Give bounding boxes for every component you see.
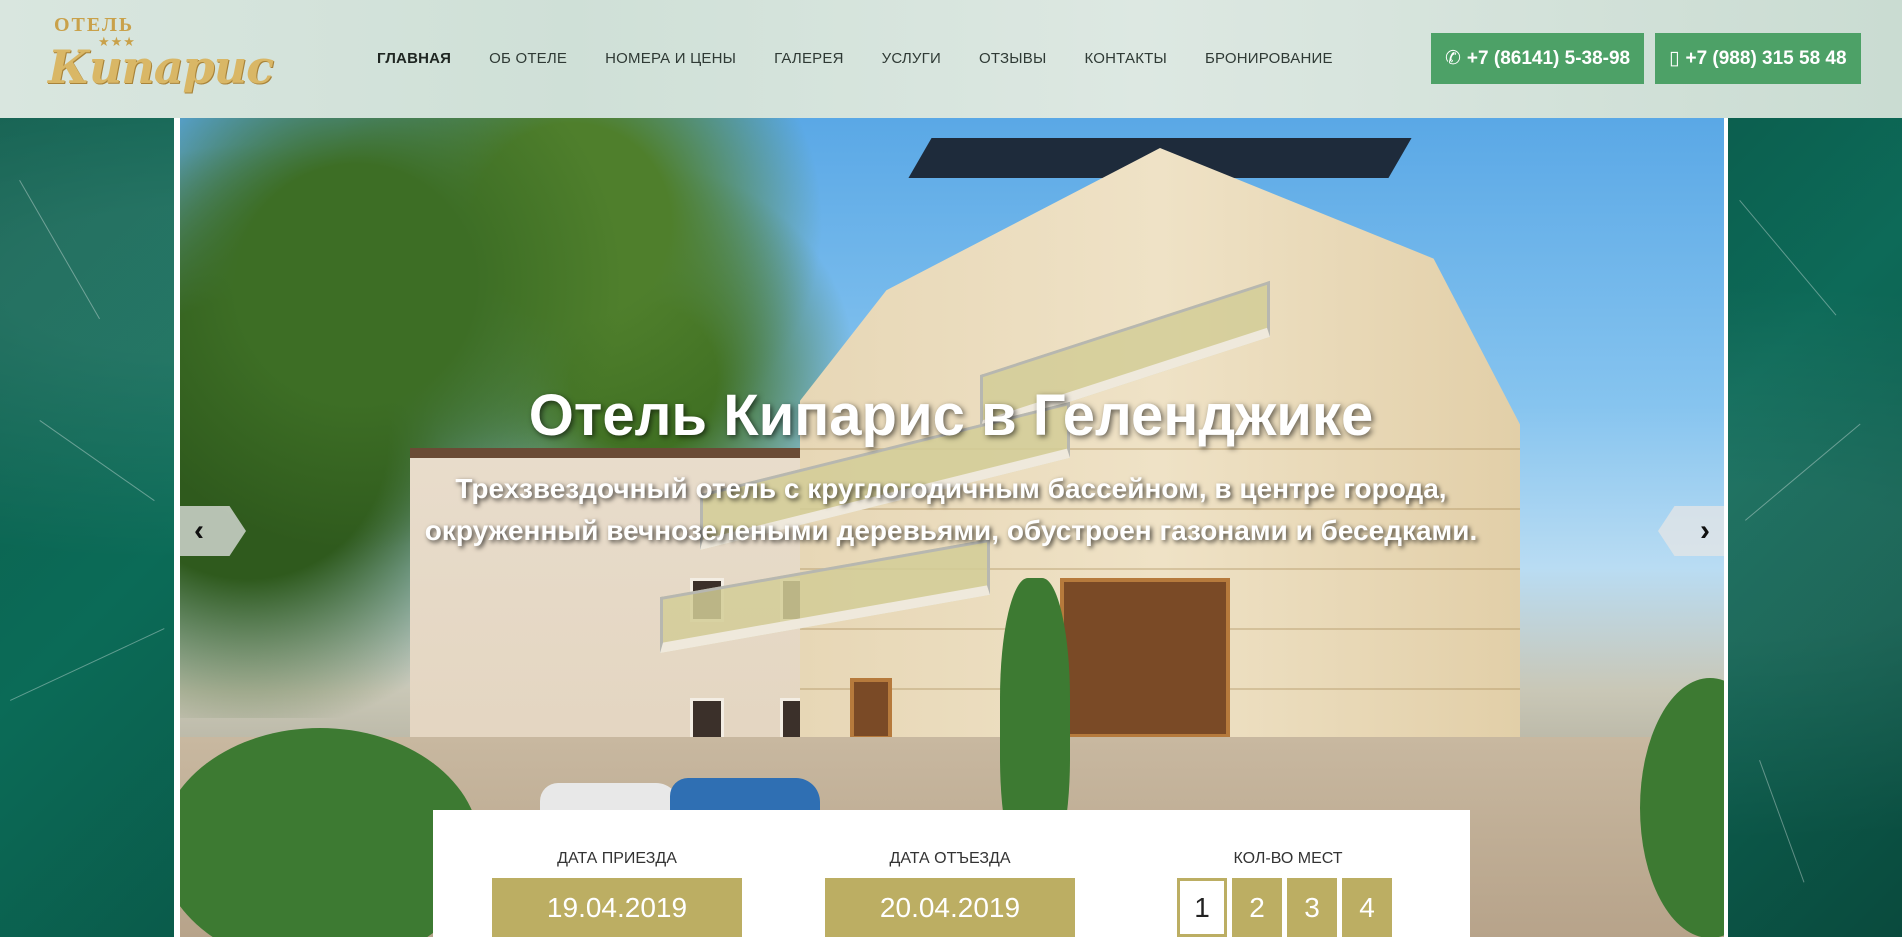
hero-subtitle: Трехзвездочный отель с круглогодичным ба… <box>424 473 1478 546</box>
guests-option-1[interactable]: 1 <box>1177 878 1227 937</box>
chevron-left-icon: ‹ <box>194 514 204 547</box>
guests-option-3[interactable]: 3 <box>1287 878 1337 937</box>
main-nav: ГЛАВНАЯ ОБ ОТЕЛЕ НОМЕРА И ЦЕНЫ ГАЛЕРЕЯ У… <box>377 50 1371 67</box>
marble-vein <box>1739 200 1837 316</box>
guests-option-4[interactable]: 4 <box>1342 878 1392 937</box>
logo-name: Кипарис <box>48 40 274 94</box>
hotel-logo[interactable]: ОТЕЛЬ ★★★ Кипарис <box>48 14 274 94</box>
nav-item-reviews[interactable]: ОТЗЫВЫ <box>979 50 1046 67</box>
departure-date-label: ДАТА ОТЪЕЗДА <box>889 850 1011 867</box>
nav-item-rooms[interactable]: НОМЕРА И ЦЕНЫ <box>605 50 736 67</box>
mobile-icon: ▯ <box>1669 48 1680 69</box>
nav-item-home[interactable]: ГЛАВНАЯ <box>377 50 451 67</box>
nav-item-contacts[interactable]: КОНТАКТЫ <box>1084 50 1167 67</box>
phone-icon: ✆ <box>1445 48 1461 69</box>
booking-form: ДАТА ПРИЕЗДА 19.04.2019 ДАТА ОТЪЕЗДА 20.… <box>433 810 1470 937</box>
window <box>690 698 724 742</box>
phone-number: +7 (988) 315 58 48 <box>1685 47 1847 69</box>
window <box>1060 578 1230 738</box>
nav-item-services[interactable]: УСЛУГИ <box>882 50 941 67</box>
phone-number: +7 (86141) 5-38-98 <box>1466 47 1631 69</box>
arrival-date-label: ДАТА ПРИЕЗДА <box>557 850 677 867</box>
window <box>850 678 892 740</box>
phone-button-mobile[interactable]: ▯ +7 (988) 315 58 48 <box>1655 33 1861 84</box>
marble-vein <box>10 628 165 701</box>
nav-item-about[interactable]: ОБ ОТЕЛЕ <box>489 50 567 67</box>
departure-date-field[interactable]: 20.04.2019 <box>825 878 1075 937</box>
guests-label: КОЛ-ВО МЕСТ <box>1233 850 1343 867</box>
marble-vein <box>19 180 101 320</box>
hero-title: Отель Кипарис в Геленджике <box>528 383 1374 448</box>
nav-item-gallery[interactable]: ГАЛЕРЕЯ <box>774 50 844 67</box>
guests-option-2[interactable]: 2 <box>1232 878 1282 937</box>
chevron-right-icon: › <box>1700 514 1710 547</box>
phone-button-landline[interactable]: ✆ +7 (86141) 5-38-98 <box>1431 33 1645 84</box>
site-header: ОТЕЛЬ ★★★ Кипарис ГЛАВНАЯ ОБ ОТЕЛЕ НОМЕР… <box>0 0 1902 118</box>
marble-vein <box>1759 760 1805 883</box>
arrival-date-field[interactable]: 19.04.2019 <box>492 878 742 937</box>
nav-item-booking[interactable]: БРОНИРОВАНИЕ <box>1205 50 1333 67</box>
